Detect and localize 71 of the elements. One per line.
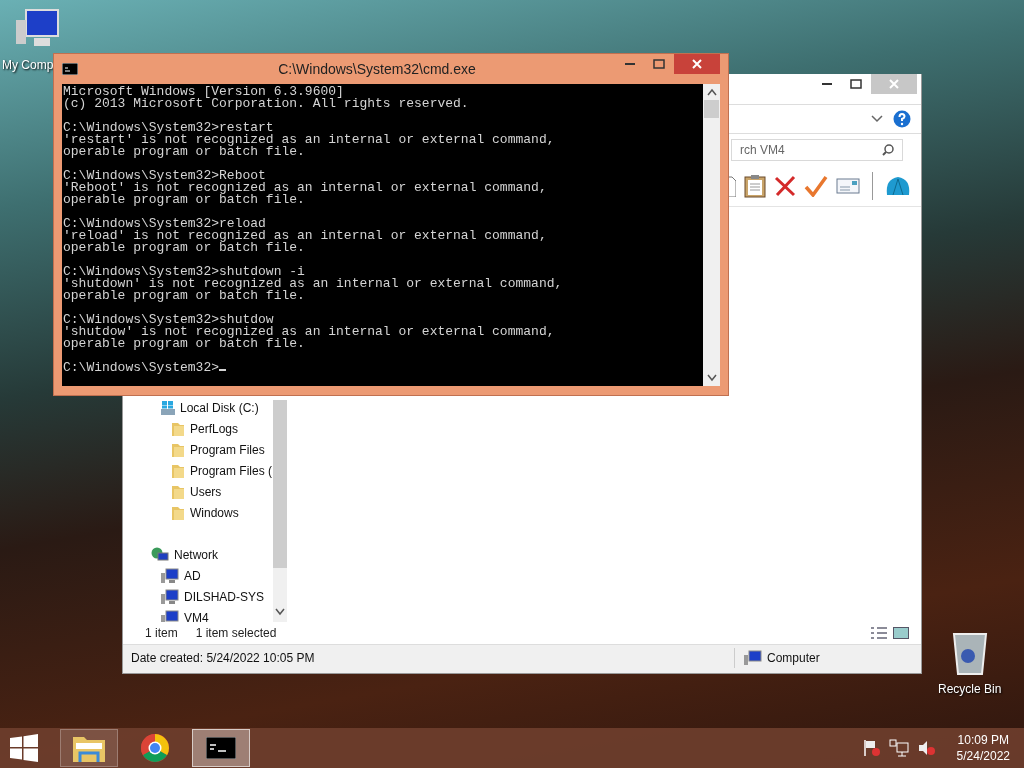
console-line: C:\Windows\System32>shutdow [63, 312, 274, 327]
clock-date: 5/24/2022 [956, 748, 1010, 764]
flag-icon[interactable] [862, 739, 881, 757]
maximize-icon [652, 59, 665, 69]
recycle-bin-icon[interactable] [951, 630, 988, 676]
x-mark-icon[interactable] [774, 175, 796, 197]
console-line: C:\Windows\System32>Reboot [63, 168, 266, 183]
window-title: C:\Windows\System32\cmd.exe [277, 61, 477, 77]
nav-item[interactable]: Local Disk (C:) [131, 397, 273, 418]
close-icon [889, 79, 899, 89]
minimize-icon [624, 63, 635, 65]
computer-icon [161, 609, 179, 622]
scrollbar[interactable] [703, 84, 720, 386]
details-view-icon[interactable] [871, 627, 887, 639]
status-text: 1 item selected [195, 626, 277, 640]
computer-icon [744, 649, 762, 666]
console-line: C:\Windows\System32>reload [63, 216, 266, 231]
console-icon [206, 737, 236, 759]
console-line: Microsoft Windows [Version 6.3.9600] [63, 84, 344, 99]
maximize-icon [849, 79, 862, 89]
checkmark-icon[interactable] [804, 175, 828, 197]
nav-item[interactable]: Network [131, 544, 273, 565]
clock[interactable]: 10:09 PM 5/24/2022 [956, 732, 1010, 764]
start-button[interactable] [10, 734, 38, 762]
console-line: C:\Windows\System32>restart [63, 120, 274, 135]
scroll-thumb[interactable] [704, 100, 719, 118]
console-line: C:\Windows\System32>shutdown -i [63, 264, 305, 279]
clipboard-icon[interactable] [744, 174, 766, 198]
nav-item[interactable]: AD [131, 565, 273, 586]
scroll-down-icon[interactable] [275, 608, 285, 616]
nav-item[interactable]: Users [131, 481, 273, 502]
close-icon [692, 59, 702, 69]
card-icon[interactable] [836, 178, 860, 194]
taskbar-button[interactable] [192, 729, 250, 767]
scroll-up-icon[interactable] [706, 88, 717, 96]
folder-icon [171, 420, 185, 437]
location-text: Computer [767, 650, 821, 665]
scroll-down-icon[interactable] [706, 374, 717, 382]
computer-icon [161, 567, 179, 584]
nav-item[interactable]: DILSHAD-SYS [131, 586, 273, 607]
folder-icon [171, 462, 185, 479]
folder-icon [171, 483, 185, 500]
folder-icon [171, 441, 185, 458]
help-icon[interactable] [893, 110, 911, 128]
minimize-icon [821, 83, 832, 85]
scrollbar[interactable] [273, 400, 287, 622]
taskbar-button[interactable] [60, 729, 118, 767]
folder-icon [171, 504, 185, 521]
muted-speaker-icon[interactable] [916, 739, 937, 757]
console-icon [62, 63, 78, 75]
nav-item[interactable]: Windows [131, 502, 273, 523]
network-icon[interactable] [888, 739, 909, 757]
close-button[interactable] [674, 54, 720, 74]
computer-icon [161, 588, 179, 605]
chevron-down-icon[interactable] [871, 115, 883, 123]
nav-item[interactable]: Program Files [131, 439, 273, 460]
console-line: C:\Windows\System32> [63, 360, 220, 375]
nav-item[interactable]: VM4 [131, 607, 273, 622]
chrome-icon [140, 733, 170, 763]
clock-time: 10:09 PM [957, 732, 1009, 748]
desktop-icon-label[interactable]: Recycle Bin [938, 682, 1002, 696]
search-icon [882, 144, 894, 156]
thumbnail-view-icon[interactable] [893, 627, 909, 639]
text-cursor [219, 369, 227, 371]
drive-icon [161, 400, 175, 415]
status-text: 1 item [145, 626, 178, 640]
search-field[interactable]: rch VM4 [731, 139, 903, 161]
network-icon [151, 546, 169, 563]
nav-item[interactable]: PerfLogs [131, 418, 273, 439]
nav-item[interactable]: Program Files ( [131, 460, 273, 481]
details-text: Date created: 5/24/2022 10:05 PM [131, 650, 315, 665]
